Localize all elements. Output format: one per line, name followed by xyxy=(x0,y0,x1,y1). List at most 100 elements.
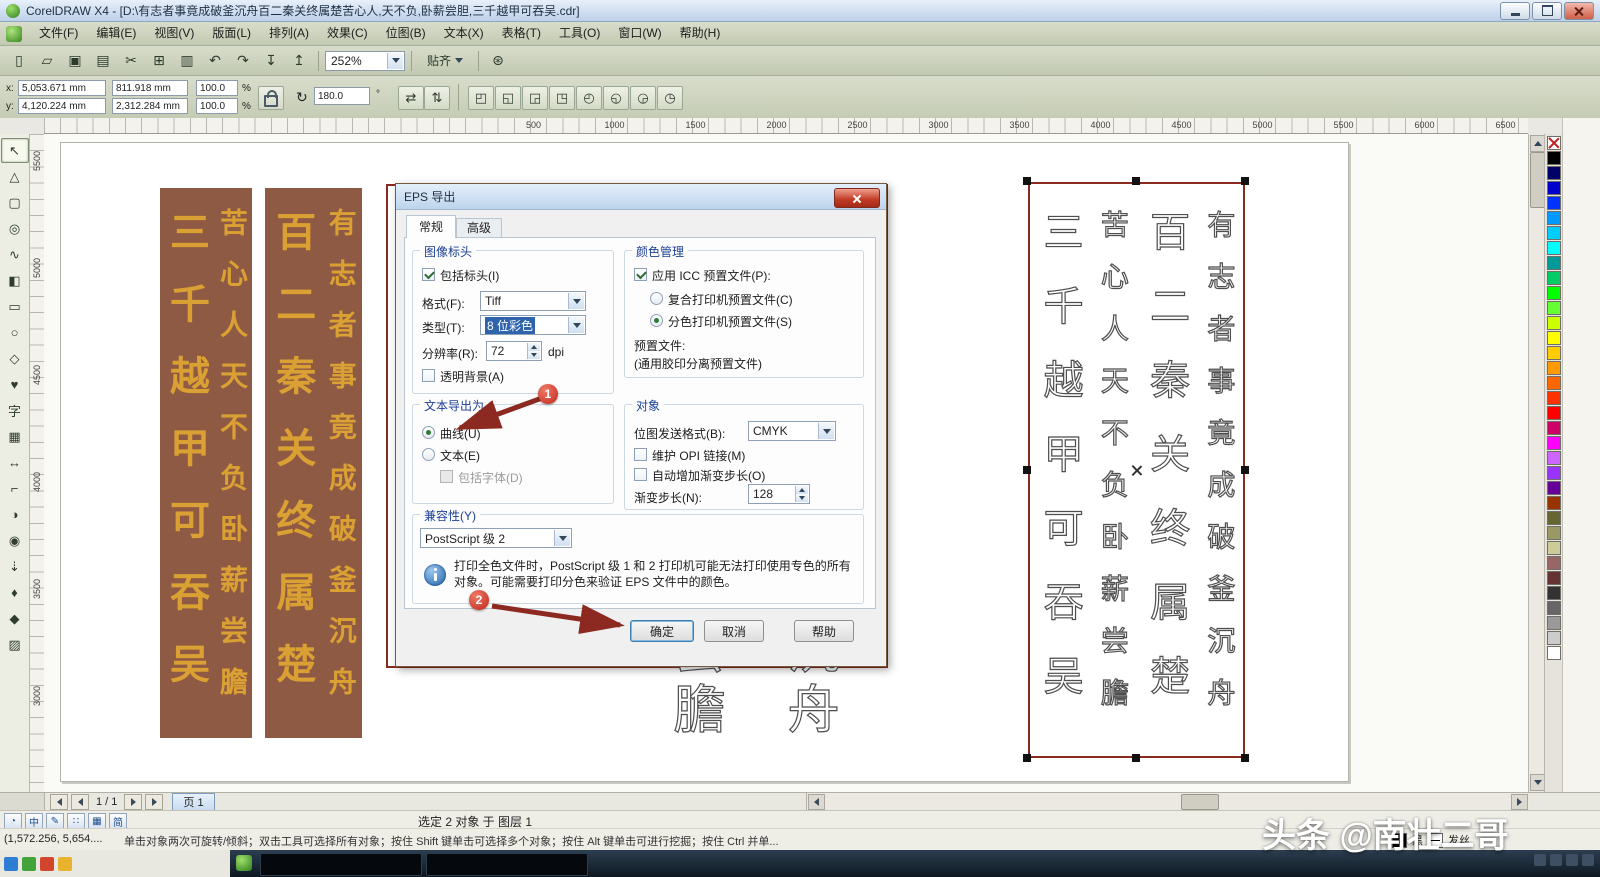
previous-page-button[interactable] xyxy=(71,793,89,810)
scroll-down-button[interactable] xyxy=(1530,774,1545,791)
menu-item[interactable]: 表格(T) xyxy=(493,22,550,45)
lang-chinese-icon[interactable]: 中 xyxy=(25,813,43,829)
menu-app-icon[interactable] xyxy=(6,25,22,42)
include-header-checkbox[interactable] xyxy=(422,268,435,281)
selection-handle[interactable] xyxy=(1023,754,1031,762)
vertical-scroll-thumb[interactable] xyxy=(1530,152,1545,208)
dialog-titlebar[interactable]: EPS 导出 xyxy=(396,184,886,210)
quick-launch-icon[interactable] xyxy=(4,856,18,871)
color-swatch[interactable] xyxy=(1546,406,1561,420)
ok-button[interactable]: 确定 xyxy=(630,620,694,642)
chevron-down-icon[interactable] xyxy=(818,423,834,439)
lang-panel-icon[interactable]: ▦ xyxy=(88,813,106,829)
scroll-left-button[interactable] xyxy=(808,794,825,810)
selection-handle[interactable] xyxy=(1241,177,1249,185)
pick-tool[interactable]: ↖ xyxy=(0,138,29,163)
next-page-button[interactable] xyxy=(124,793,143,810)
redo-icon[interactable]: ↷ xyxy=(230,49,256,73)
color-swatch[interactable] xyxy=(1546,526,1561,540)
selection-handle[interactable] xyxy=(1241,754,1249,762)
quick-launch-icon[interactable] xyxy=(40,856,54,871)
object-x-field[interactable]: 5,053.671 mm xyxy=(18,80,106,96)
scale-y-field[interactable]: 100.0 xyxy=(196,98,238,114)
auto-fountain-checkbox[interactable] xyxy=(634,468,647,481)
object-y-field[interactable]: 4,120.224 mm xyxy=(18,98,106,114)
new-document-icon[interactable]: ▯ xyxy=(6,49,32,73)
no-color-swatch[interactable] xyxy=(1546,136,1561,150)
opi-links-checkbox[interactable] xyxy=(634,448,647,461)
menu-item[interactable]: 位图(B) xyxy=(377,22,435,45)
taskbar-window-button[interactable] xyxy=(426,853,588,876)
quick-launch-icon[interactable] xyxy=(22,856,36,871)
lang-simplified-icon[interactable]: 简 xyxy=(109,813,127,829)
ellipse-tool[interactable]: ○ xyxy=(1,320,29,345)
color-swatch[interactable] xyxy=(1546,571,1561,585)
color-swatch[interactable] xyxy=(1546,211,1561,225)
export-as-curves-radio[interactable] xyxy=(422,426,435,439)
object-width-field[interactable]: 811.918 mm xyxy=(112,80,188,96)
color-swatch[interactable] xyxy=(1546,601,1561,615)
horizontal-scroll-thumb[interactable] xyxy=(1181,794,1219,810)
resolution-spinner[interactable]: 72 xyxy=(486,341,542,361)
contour-tool[interactable]: ◉ xyxy=(1,528,29,553)
vertical-ruler[interactable]: 5500 5000 4500 4000 3500 3000 xyxy=(30,134,45,792)
tab-general[interactable]: 常规 xyxy=(406,215,456,238)
lang-bar-icon[interactable]: ◔ xyxy=(4,813,22,829)
chevron-down-icon[interactable] xyxy=(554,530,570,546)
text-tool[interactable]: 字 xyxy=(1,398,29,423)
zoom-tool[interactable]: ◎ xyxy=(1,216,29,241)
to-back-button[interactable]: ◷ xyxy=(657,86,683,110)
color-swatch[interactable] xyxy=(1546,346,1561,360)
selection-handle[interactable] xyxy=(1241,466,1249,474)
menu-item[interactable]: 窗口(W) xyxy=(609,22,670,45)
selection-handle[interactable] xyxy=(1023,466,1031,474)
rotation-angle-field[interactable]: 180.0 xyxy=(314,87,370,105)
chevron-down-icon[interactable] xyxy=(387,52,403,69)
taskbar-app-icon[interactable] xyxy=(236,855,252,871)
color-swatch[interactable] xyxy=(1546,286,1561,300)
paste-icon[interactable]: ▥ xyxy=(174,49,200,73)
color-swatch[interactable] xyxy=(1546,496,1561,510)
tab-advanced[interactable]: 高级 xyxy=(456,218,502,238)
close-button[interactable] xyxy=(1564,1,1594,20)
dimension-tool[interactable]: ↔ xyxy=(1,450,29,475)
help-button[interactable]: 帮助 xyxy=(794,620,854,642)
copy-icon[interactable]: ⊞ xyxy=(146,49,172,73)
apply-icc-checkbox[interactable] xyxy=(634,268,647,281)
blend-tool[interactable]: ◑ xyxy=(1,502,29,527)
freehand-tool[interactable]: ∿ xyxy=(1,242,29,267)
import-icon[interactable]: ↧ xyxy=(258,49,284,73)
table-tool[interactable]: ▦ xyxy=(1,424,29,449)
selection-handle[interactable] xyxy=(1132,754,1140,762)
compatibility-select[interactable]: PostScript 级 2 xyxy=(420,528,572,548)
selection-handle[interactable] xyxy=(1132,177,1140,185)
format-select[interactable]: Tiff xyxy=(480,291,586,311)
basic-shapes-tool[interactable]: ♥ xyxy=(1,372,29,397)
crop-tool[interactable]: ▢ xyxy=(1,190,29,215)
color-swatch[interactable] xyxy=(1546,331,1561,345)
color-swatch[interactable] xyxy=(1546,241,1561,255)
lang-keyboard-icon[interactable]: ∷ xyxy=(67,813,85,829)
menu-item[interactable]: 工具(O) xyxy=(550,22,609,45)
scroll-up-button[interactable] xyxy=(1530,135,1545,152)
fountain-steps-spinner[interactable]: 128 xyxy=(748,484,810,504)
page-tab[interactable]: 页 1 xyxy=(172,793,215,810)
chevron-down-icon[interactable] xyxy=(568,293,584,309)
color-swatch[interactable] xyxy=(1546,481,1561,495)
bitmap-format-select[interactable]: CMYK xyxy=(748,421,836,441)
menu-item[interactable]: 排列(A) xyxy=(260,22,318,45)
ungroup-button[interactable]: ◱ xyxy=(495,86,521,110)
interactive-fill-tool[interactable]: ▨ xyxy=(1,632,29,657)
polygon-tool[interactable]: ◇ xyxy=(1,346,29,371)
scroll-right-button[interactable] xyxy=(1511,794,1528,810)
color-swatch[interactable] xyxy=(1546,196,1561,210)
menu-item[interactable]: 效果(C) xyxy=(318,22,377,45)
couplet-banner-1[interactable]: 三千越甲可吞吴 苦心人天不负卧薪尝膽 xyxy=(160,188,252,738)
lang-pen-icon[interactable]: ✎ xyxy=(46,813,64,829)
export-icon[interactable]: ↥ xyxy=(286,49,312,73)
rectangle-tool[interactable]: ▭ xyxy=(1,294,29,319)
to-front-button[interactable]: ◶ xyxy=(630,86,656,110)
print-icon[interactable]: ▤ xyxy=(90,49,116,73)
shape-tool[interactable]: △ xyxy=(1,164,29,189)
undo-icon[interactable]: ↶ xyxy=(202,49,228,73)
